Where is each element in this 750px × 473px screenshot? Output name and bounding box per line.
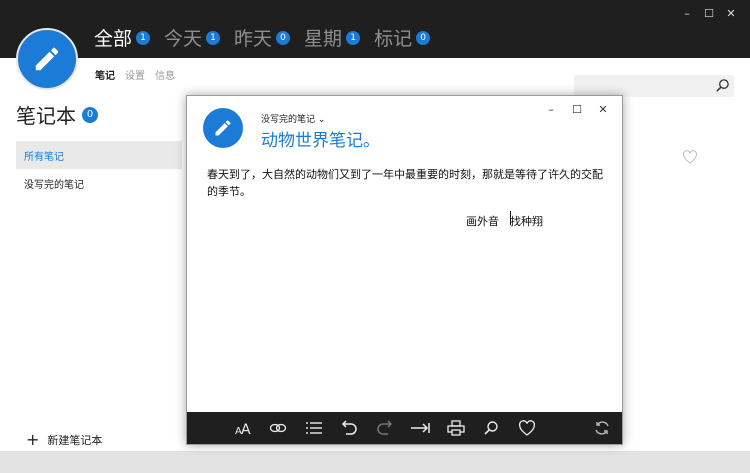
top-header: – ☐ ✕ 全部 1 今天 1 昨天 0 星期 1 标记 0 xyxy=(0,0,750,58)
notebook-heading: 笔记本 0 xyxy=(16,100,98,129)
pencil-icon xyxy=(35,47,59,71)
filter-today[interactable]: 今天 1 xyxy=(164,24,221,51)
link-icon[interactable] xyxy=(261,412,297,444)
redo-icon[interactable] xyxy=(367,412,403,444)
search-icon[interactable] xyxy=(474,412,510,444)
pencil-icon xyxy=(215,120,231,136)
note-body-text[interactable]: 春天到了，大自然的动物们又到了一年中最重要的时刻，那就是等待了许久的交配的季节。 xyxy=(207,166,607,200)
count-badge: 1 xyxy=(136,30,151,45)
svg-text:A: A xyxy=(241,422,251,436)
count-badge: 0 xyxy=(82,106,98,123)
window-controls: – ☐ ✕ xyxy=(676,4,742,22)
tab-settings[interactable]: 设置 xyxy=(125,67,145,82)
list-icon[interactable] xyxy=(296,412,332,444)
ime-candidate[interactable]: 画外音 xyxy=(466,213,499,229)
sidebar-item-all-notes[interactable]: 所有笔记 xyxy=(16,141,182,169)
print-icon[interactable] xyxy=(438,412,474,444)
note-editor-window: – ☐ ✕ 没写完的笔记 ⌄ 动物世界笔记。 春天到了，大自然的动物们又到了一年… xyxy=(186,95,623,445)
notebook-title: 笔记本 xyxy=(16,104,76,128)
filter-marked[interactable]: 标记 0 xyxy=(374,24,431,51)
search-input[interactable] xyxy=(574,75,734,97)
plus-icon: + xyxy=(26,430,40,449)
app-window: – ☐ ✕ 全部 1 今天 1 昨天 0 星期 1 标记 0 笔记 设置 信息 … xyxy=(0,0,750,473)
new-notebook-button[interactable]: + 新建笔记本 xyxy=(26,432,102,448)
notebook-selector[interactable]: 没写完的笔记 ⌄ xyxy=(261,112,325,125)
filter-label: 今天 xyxy=(164,28,203,50)
favorite-heart-icon[interactable] xyxy=(682,150,698,164)
filter-all[interactable]: 全部 1 xyxy=(94,24,151,51)
app-logo-avatar[interactable] xyxy=(16,28,78,90)
font-size-icon[interactable]: AA xyxy=(225,412,261,444)
filter-label: 星期 xyxy=(304,28,343,50)
notebook-selector-label: 没写完的笔记 xyxy=(261,115,316,125)
sidebar-item-label: 所有笔记 xyxy=(24,151,64,163)
indent-icon[interactable] xyxy=(403,412,439,444)
chevron-down-icon: ⌄ xyxy=(317,115,326,125)
filter-tabs: 全部 1 今天 1 昨天 0 星期 1 标记 0 xyxy=(94,24,444,51)
sidebar-item-unfinished-notes[interactable]: 没写完的笔记 xyxy=(16,169,182,197)
note-maximize-button[interactable]: ☐ xyxy=(564,100,590,118)
count-badge: 0 xyxy=(416,30,431,45)
note-minimize-button[interactable]: – xyxy=(538,100,564,118)
filter-label: 标记 xyxy=(374,28,413,50)
note-title[interactable]: 动物世界笔记。 xyxy=(261,126,380,151)
new-notebook-label: 新建笔记本 xyxy=(47,434,103,447)
note-window-controls: – ☐ ✕ xyxy=(538,100,616,118)
sync-icon[interactable] xyxy=(585,412,621,444)
sidebar-item-label: 没写完的笔记 xyxy=(24,179,84,191)
filter-label: 全部 xyxy=(94,28,133,50)
minimize-button[interactable]: – xyxy=(676,4,698,22)
maximize-button[interactable]: ☐ xyxy=(698,4,720,22)
note-close-button[interactable]: ✕ xyxy=(590,100,616,118)
sub-navigation: 笔记 设置 信息 xyxy=(95,67,175,82)
tab-info[interactable]: 信息 xyxy=(155,67,175,82)
bottom-strip xyxy=(0,451,750,473)
undo-icon[interactable] xyxy=(332,412,368,444)
count-badge: 0 xyxy=(276,30,291,45)
count-badge: 1 xyxy=(206,30,221,45)
search-icon[interactable] xyxy=(715,78,730,93)
filter-week[interactable]: 星期 1 xyxy=(304,24,361,51)
note-toolbar: AA xyxy=(187,412,622,444)
tab-notes[interactable]: 笔记 xyxy=(95,67,115,82)
filter-label: 昨天 xyxy=(234,28,273,50)
ime-candidate[interactable]: 找种翔 xyxy=(510,213,543,229)
note-avatar xyxy=(203,108,243,148)
heart-icon[interactable] xyxy=(509,412,545,444)
count-badge: 1 xyxy=(346,30,361,45)
filter-yesterday[interactable]: 昨天 0 xyxy=(234,24,291,51)
close-button[interactable]: ✕ xyxy=(720,4,742,22)
